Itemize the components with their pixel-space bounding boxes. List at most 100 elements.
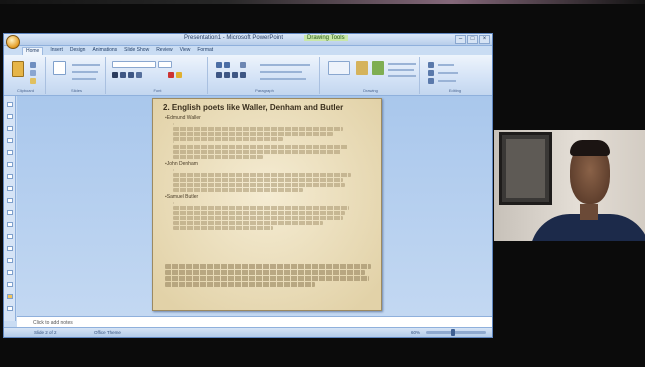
powerpoint-window: Presentation1 - Microsoft PowerPoint Dra…: [3, 33, 493, 338]
format-painter-icon[interactable]: [30, 78, 36, 84]
font-size-select[interactable]: [158, 61, 172, 68]
notes-placeholder: Click to add notes: [33, 320, 73, 326]
align-text-label-line: [260, 71, 302, 73]
tab-insert[interactable]: Insert: [50, 47, 63, 55]
zoom-slider[interactable]: [426, 329, 486, 336]
tab-animations[interactable]: Animations: [92, 47, 117, 55]
replace-icon[interactable]: [428, 70, 434, 76]
waller-bullet-2: [173, 140, 363, 159]
poet-heading-denham: John Denham: [165, 161, 198, 167]
font-group: Font: [108, 57, 208, 94]
office-button-icon[interactable]: [6, 35, 20, 49]
slide-counter: Slide 2 of 2: [34, 330, 57, 335]
current-slide[interactable]: 2. English poets like Waller, Denham and…: [152, 98, 382, 311]
denham-bullet-1: [173, 168, 363, 192]
reset-label-line: [72, 71, 98, 73]
drawing-tools-context-tab[interactable]: Drawing Tools: [304, 35, 348, 41]
theme-name: Office Theme: [94, 330, 121, 335]
shapes-gallery[interactable]: [328, 61, 350, 75]
cut-icon[interactable]: [30, 62, 36, 68]
slide-title[interactable]: 2. English poets like Waller, Denham and…: [163, 103, 343, 112]
maximize-button[interactable]: □: [467, 35, 478, 44]
slide-thumbnail[interactable]: [7, 246, 13, 251]
slides-group: Slides: [48, 57, 106, 94]
slide-thumbnail[interactable]: [7, 306, 13, 311]
text-direction-label-line: [260, 64, 310, 66]
butler-bullet-1: [173, 201, 363, 230]
slide-summary-paragraph: [165, 263, 373, 287]
webcam-feed: [494, 130, 645, 241]
slide-thumbnail[interactable]: [7, 138, 13, 143]
shadow-icon[interactable]: [136, 72, 142, 78]
editing-group: Editing: [422, 57, 488, 94]
justify-icon[interactable]: [240, 72, 246, 78]
window-title: Presentation1 - Microsoft PowerPoint: [184, 35, 284, 41]
slide-thumbnail[interactable]: [7, 186, 13, 191]
shape-fill-label-line: [388, 63, 416, 65]
slide-thumbnail-selected[interactable]: [7, 294, 13, 299]
highlight-icon[interactable]: [176, 72, 182, 78]
ribbon: Clipboard Slides Font Paragraph Drawing …: [4, 55, 492, 96]
tab-view[interactable]: View: [180, 47, 191, 55]
tab-home[interactable]: Home: [22, 47, 44, 55]
layout-label-line: [72, 64, 100, 66]
replace-label-line: [438, 72, 458, 74]
slide-thumbnail[interactable]: [7, 150, 13, 155]
quick-styles-icon[interactable]: [372, 61, 384, 75]
paste-icon[interactable]: [12, 61, 24, 77]
tab-design[interactable]: Design: [70, 47, 86, 55]
slide-thumbnail[interactable]: [7, 102, 13, 107]
arrange-icon[interactable]: [356, 61, 368, 75]
presenter-hair: [570, 140, 610, 156]
select-icon[interactable]: [428, 78, 434, 84]
slide-thumbnails-pane: [4, 96, 16, 321]
top-decor-strip: [0, 0, 645, 4]
font-color-icon[interactable]: [168, 72, 174, 78]
slide-thumbnail[interactable]: [7, 126, 13, 131]
tab-format[interactable]: Format: [197, 47, 213, 55]
zoom-slider-knob[interactable]: [451, 329, 456, 336]
tab-slide-show[interactable]: Slide Show: [124, 47, 149, 55]
line-spacing-icon[interactable]: [240, 62, 246, 68]
align-center-icon[interactable]: [224, 72, 230, 78]
minimize-button[interactable]: –: [455, 35, 466, 44]
tab-review[interactable]: Review: [156, 47, 172, 55]
font-name-select[interactable]: [112, 61, 156, 68]
slide-thumbnail[interactable]: [7, 234, 13, 239]
drawing-group-label: Drawing: [363, 88, 378, 93]
find-icon[interactable]: [428, 62, 434, 68]
align-right-icon[interactable]: [232, 72, 238, 78]
slide-thumbnail[interactable]: [7, 258, 13, 263]
close-button[interactable]: ×: [479, 35, 490, 44]
slide-thumbnail[interactable]: [7, 222, 13, 227]
clipboard-group-label: Clipboard: [16, 88, 35, 93]
find-label-line: [438, 64, 454, 66]
editing-group-label: Editing: [448, 88, 462, 93]
bullets-icon[interactable]: [216, 62, 222, 68]
waller-bullet-1: [173, 122, 363, 141]
italic-icon[interactable]: [120, 72, 126, 78]
copy-icon[interactable]: [30, 70, 36, 76]
delete-label-line: [72, 78, 96, 80]
poet-heading-waller: Edmund Waller: [165, 115, 201, 121]
black-background-area: [494, 241, 645, 367]
underline-icon[interactable]: [128, 72, 134, 78]
poet-heading-butler: Samuel Butler: [165, 194, 198, 200]
align-left-icon[interactable]: [216, 72, 222, 78]
clipboard-group: Clipboard: [6, 57, 46, 94]
slide-thumbnail[interactable]: [7, 282, 13, 287]
slide-thumbnail[interactable]: [7, 114, 13, 119]
slide-thumbnail[interactable]: [7, 174, 13, 179]
paragraph-group: Paragraph: [210, 57, 320, 94]
slide-thumbnail[interactable]: [7, 270, 13, 275]
slide-thumbnail[interactable]: [7, 162, 13, 167]
bold-icon[interactable]: [112, 72, 118, 78]
new-slide-icon[interactable]: [53, 61, 66, 75]
title-bar: Presentation1 - Microsoft PowerPoint Dra…: [4, 34, 492, 46]
status-bar: Slide 2 of 2 Office Theme 60%: [4, 327, 492, 337]
numbering-icon[interactable]: [224, 62, 230, 68]
select-label-line: [438, 80, 456, 82]
slide-thumbnail[interactable]: [7, 198, 13, 203]
zoom-level[interactable]: 60%: [411, 330, 420, 335]
slide-thumbnail[interactable]: [7, 210, 13, 215]
